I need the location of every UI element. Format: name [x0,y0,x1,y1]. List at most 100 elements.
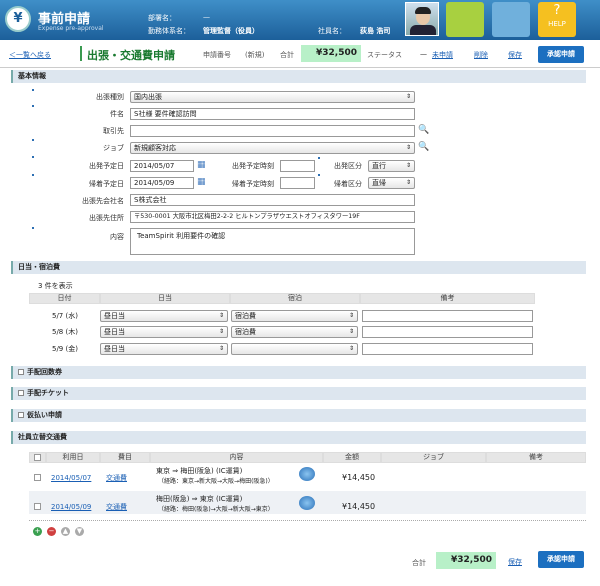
section-ticket[interactable]: 手配チケット [11,387,586,400]
dest-company-input[interactable]: S株式会社 [130,194,415,206]
content-textarea[interactable]: TeamSpirit 利用要件の確認 [130,228,415,255]
approve-request-button[interactable]: 承認申請 [538,46,584,63]
dept-value: — [203,13,210,21]
lodging-select[interactable]: ⇕ [231,343,358,355]
client-input[interactable] [130,125,415,137]
departure-date-label: 出発予定日 [89,162,124,170]
help-icon: ? [553,3,561,18]
return-date-input[interactable]: 2014/05/09 [130,177,194,189]
save-link[interactable]: 保存 [508,50,522,60]
row-date: 5/8 (木) [52,328,78,336]
allowance-select[interactable]: 昼日当 ⇕ [100,326,228,338]
allowance-select[interactable]: 昼日当 ⇕ [100,343,228,355]
content-label: 内容 [110,233,124,241]
unapplied-link[interactable]: 未申請 [432,50,453,60]
return-time-input[interactable] [280,177,315,189]
required-mark [32,174,34,176]
blue-tile[interactable] [492,2,530,37]
footer-approve-button[interactable]: 承認申請 [538,551,584,568]
departure-date-input[interactable]: 2014/05/07 [130,160,194,172]
row-checkbox[interactable] [34,474,41,481]
dest-address-input[interactable]: 〒530-0001 大阪市北区梅田2-2-2 ヒルトンプラザウエストオフィスタワ… [130,211,415,223]
delete-link[interactable]: 削除 [474,50,488,60]
col-select [29,452,46,463]
route-detail: （経路：東京→新大阪→大阪→梅田(阪急)） [158,478,274,485]
row-date: 5/9 (金) [52,345,78,353]
user-avatar[interactable] [405,2,439,36]
select-arrow-icon: ⇕ [405,162,411,169]
lodging-select[interactable]: 宿泊費 ⇕ [231,326,358,338]
footer-save-link[interactable]: 保存 [508,557,522,567]
select-arrow-icon: ⇕ [405,179,411,186]
checkbox-icon [18,412,24,418]
section-daily-allowance: 日当・宿泊費 [11,261,586,274]
job-label: ジョブ [103,144,124,152]
move-up-icon[interactable]: ▲ [61,527,70,536]
route-detail: （経路：梅田(阪急)→大阪→新大阪→東京） [158,506,274,513]
note-input[interactable] [362,310,533,322]
allowance-select[interactable]: 昼日当 ⇕ [100,310,228,322]
note-input[interactable] [362,343,533,355]
route-text: 東京 ⇒ 梅田(阪急) (IC運賃) [156,467,243,475]
job-value: 管理監督（役員） [203,27,259,35]
col-job: ジョブ [381,452,486,463]
select-arrow-icon: ⇕ [405,144,411,151]
section-coupon[interactable]: 手配回数券 [11,366,586,379]
lodging-select[interactable]: 宿泊費 ⇕ [231,310,358,322]
col-allowance: 日当 [100,293,230,304]
departure-type-label: 出発区分 [334,162,362,170]
return-time-label: 帰着予定時刻 [232,180,274,188]
green-tile[interactable] [446,2,484,37]
select-all-checkbox[interactable] [34,454,41,461]
required-mark [32,89,34,91]
trip-type-select[interactable]: 国内出張 ⇕ [130,91,415,103]
col-item: 費目 [100,452,150,463]
client-label: 取引先 [103,127,124,135]
help-button[interactable]: ? HELP [538,2,576,37]
amount-text: ¥14,450 [342,473,376,482]
footer-total-amount: ¥32,500 [436,552,496,569]
row-divider [29,520,586,521]
departure-time-input[interactable] [280,160,315,172]
subject-input[interactable]: S社様 要件確認訪問 [130,108,415,120]
select-arrow-icon: ⇕ [348,312,354,319]
item-link[interactable]: 交通費 [106,473,127,483]
checkbox-icon [18,369,24,375]
item-link[interactable]: 交通費 [106,502,127,512]
transit-globe-icon[interactable] [299,467,315,481]
select-arrow-icon: ⇕ [405,93,411,100]
remove-row-icon[interactable]: − [47,527,56,536]
job-search-icon[interactable]: 🔍 [418,142,429,153]
app-subtitle: Expense pre-approval [38,25,104,32]
amount-text: ¥14,450 [342,502,376,511]
use-date-link[interactable]: 2014/05/09 [51,502,91,512]
request-number-label: 申請番号 [203,51,231,59]
required-mark [318,157,320,159]
client-search-icon[interactable]: 🔍 [418,125,429,136]
app-header: ¥ 事前申請 Expense pre-approval 部署名： — 勤務体系名… [0,0,600,40]
job-select[interactable]: 新規顧客対応 ⇕ [130,142,415,154]
back-to-list-link[interactable]: ＜一覧へ戻る [9,50,51,60]
section-advance-payment[interactable]: 仮払い申請 [11,409,586,422]
job-label: 勤務体系名： [148,27,190,35]
row-checkbox[interactable] [34,503,41,510]
app-logo-icon: ¥ [5,6,31,32]
add-row-icon[interactable]: + [33,527,42,536]
toolbar: ＜一覧へ戻る 出張・交通費申請 申請番号 (新規) 合計 ¥32,500 ステー… [0,40,600,68]
dept-label: 部署名： [148,14,176,22]
section-transport-expense: 社員立替交通費 [11,431,586,444]
move-down-icon[interactable]: ▼ [75,527,84,536]
calendar-icon[interactable]: ▦ [197,177,206,188]
col-lodging: 宿泊 [230,293,360,304]
calendar-icon[interactable]: ▦ [197,160,206,171]
departure-type-select[interactable]: 直行 ⇕ [368,160,415,172]
return-type-select[interactable]: 直帰 ⇕ [368,177,415,189]
trip-type-label: 出張種別 [96,93,124,101]
note-input[interactable] [362,326,533,338]
checkbox-icon [18,390,24,396]
transit-globe-icon[interactable] [299,496,315,510]
col-remarks: 備考 [486,452,586,463]
route-text: 梅田(阪急) ⇒ 東京 (IC運賃) [156,495,243,503]
total-amount: ¥32,500 [301,45,361,62]
use-date-link[interactable]: 2014/05/07 [51,473,91,483]
